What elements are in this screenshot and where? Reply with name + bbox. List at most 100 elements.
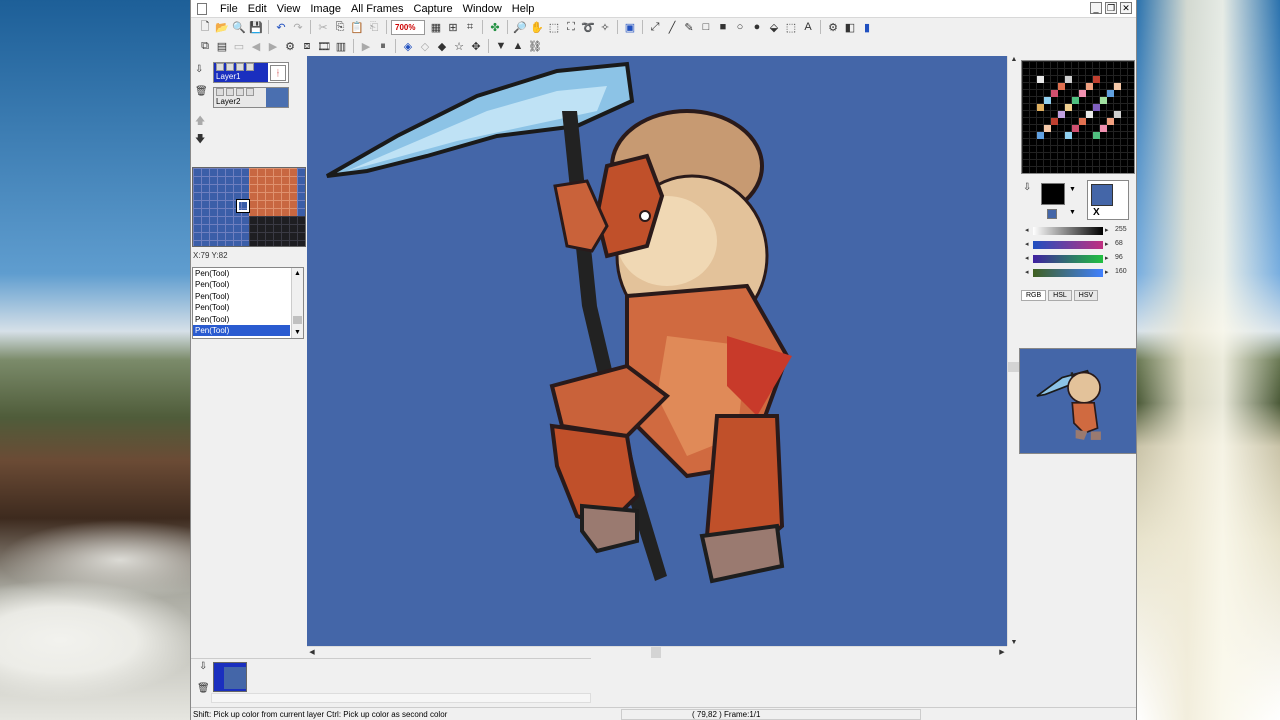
link-layer-icon[interactable] bbox=[236, 63, 244, 71]
onion-skin-icon[interactable]: ◈ bbox=[400, 38, 416, 54]
frame-trash-icon[interactable]: 🗑 bbox=[197, 683, 210, 694]
palette-color-cell[interactable] bbox=[1065, 76, 1072, 83]
prev-frame-icon[interactable]: ◀ bbox=[248, 38, 264, 54]
lock-icon[interactable] bbox=[226, 88, 234, 96]
slider-left-icon[interactable]: ◂ bbox=[1025, 226, 1029, 234]
visibility-icon[interactable] bbox=[216, 88, 224, 96]
fg-bg-swatch-box[interactable]: X bbox=[1087, 180, 1129, 220]
text-tool-icon[interactable]: A bbox=[800, 19, 816, 35]
onion-next-icon[interactable]: ◆ bbox=[434, 38, 450, 54]
layer-item-layer2[interactable]: Layer2 bbox=[213, 87, 289, 108]
palette-color-cell[interactable] bbox=[1037, 76, 1044, 83]
palette-color-cell[interactable] bbox=[1093, 76, 1100, 83]
rect-select-icon[interactable]: ⬚ bbox=[546, 19, 562, 35]
paste-icon[interactable]: 📋 bbox=[349, 19, 365, 35]
frame-settings-icon[interactable]: ⚙ bbox=[282, 38, 298, 54]
redo-icon[interactable]: ↷ bbox=[290, 19, 306, 35]
filled-rectangle-icon[interactable]: ■ bbox=[715, 19, 731, 35]
canvas-vertical-scrollbar[interactable]: ▲ ▼ bbox=[1007, 56, 1019, 646]
secondary-dropdown-icon[interactable]: ▼ bbox=[1069, 209, 1076, 216]
crop-grid-icon[interactable]: ⌗ bbox=[462, 19, 478, 35]
lasso-icon[interactable]: ➰ bbox=[580, 19, 596, 35]
cut-icon[interactable]: ✂ bbox=[315, 19, 331, 35]
b-slider[interactable] bbox=[1033, 269, 1103, 277]
scroll-thumb[interactable] bbox=[293, 316, 302, 324]
layer-move-down-icon[interactable]: 🡇 bbox=[195, 132, 205, 149]
scroll-up-icon[interactable]: ▲ bbox=[292, 268, 303, 279]
frame-icon[interactable]: ▭ bbox=[231, 38, 247, 54]
gradient-icon[interactable]: ⬚ bbox=[783, 19, 799, 35]
menu-edit[interactable]: Edit bbox=[243, 3, 272, 15]
link-icon[interactable]: ⛓ bbox=[527, 38, 543, 54]
frame-strip-scrollbar[interactable] bbox=[211, 693, 591, 703]
magnifier-icon[interactable]: 🔍 bbox=[231, 19, 247, 35]
export-icon[interactable]: ▥ bbox=[333, 38, 349, 54]
r-slider[interactable] bbox=[1033, 241, 1103, 249]
palette-color-cell[interactable] bbox=[1072, 125, 1079, 132]
table-icon[interactable]: ▤ bbox=[214, 38, 230, 54]
palette-color-cell[interactable] bbox=[1044, 97, 1051, 104]
palette-color-cell[interactable] bbox=[1114, 111, 1121, 118]
mask-icon[interactable]: ▣ bbox=[622, 19, 638, 35]
brush-settings-icon[interactable]: ⚙ bbox=[825, 19, 841, 35]
menu-all-frames[interactable]: All Frames bbox=[346, 3, 409, 15]
transform-icon[interactable]: ⛶ bbox=[563, 19, 579, 35]
tab-rgb[interactable]: RGB bbox=[1021, 290, 1047, 301]
hand-tool-icon[interactable]: ✋ bbox=[529, 19, 545, 35]
layer-options-icon[interactable] bbox=[246, 63, 254, 71]
link-layer-icon[interactable] bbox=[236, 88, 244, 96]
layer-add-icon[interactable]: ⇩ bbox=[195, 64, 203, 75]
history-item[interactable]: Pen(Tool) bbox=[193, 279, 290, 290]
rectangle-tool-icon[interactable]: □ bbox=[698, 19, 714, 35]
scroll-left-icon[interactable]: ◀ bbox=[307, 648, 317, 656]
secondary-mini-swatch[interactable] bbox=[1047, 209, 1057, 219]
fill-bucket-icon[interactable]: ⬙ bbox=[766, 19, 782, 35]
slider-right-icon[interactable]: ▸ bbox=[1105, 226, 1109, 234]
history-item[interactable]: Pen(Tool) bbox=[193, 314, 290, 325]
tab-hsl[interactable]: HSL bbox=[1048, 290, 1072, 301]
menu-help[interactable]: Help bbox=[507, 3, 540, 15]
history-item[interactable]: Pen(Tool) bbox=[193, 302, 290, 313]
history-item[interactable]: Pen(Tool) bbox=[193, 324, 290, 337]
primary-dropdown-icon[interactable]: ▼ bbox=[1069, 186, 1076, 193]
history-item[interactable]: Pen(Tool) bbox=[193, 291, 290, 302]
menu-capture[interactable]: Capture bbox=[409, 3, 458, 15]
layer-move-up-icon[interactable]: 🡅 bbox=[195, 114, 205, 131]
frame-add-icon[interactable]: ⇩ bbox=[199, 661, 207, 672]
palette-color-cell[interactable] bbox=[1079, 118, 1086, 125]
pixel-grid-icon[interactable]: ⊞ bbox=[445, 19, 461, 35]
navigator-zoom-view[interactable] bbox=[192, 167, 306, 247]
palette-color-cell[interactable] bbox=[1051, 90, 1058, 97]
zoom-select[interactable]: 700% bbox=[391, 19, 425, 35]
scroll-down-icon[interactable]: ▼ bbox=[292, 327, 303, 338]
star-icon[interactable]: ☆ bbox=[451, 38, 467, 54]
next-frame-icon[interactable]: ▶ bbox=[265, 38, 281, 54]
filled-ellipse-icon[interactable]: ● bbox=[749, 19, 765, 35]
animation-icon[interactable]: ✤ bbox=[487, 19, 503, 35]
film-icon[interactable]: 🎞 bbox=[316, 38, 332, 54]
primary-color-swatch[interactable] bbox=[1041, 183, 1065, 205]
palette-color-cell[interactable] bbox=[1100, 97, 1107, 104]
onion-prev-icon[interactable]: ◇ bbox=[417, 38, 433, 54]
palette-color-cell[interactable] bbox=[1100, 125, 1107, 132]
scroll-down-icon[interactable]: ▼ bbox=[1009, 639, 1019, 646]
palette-color-cell[interactable] bbox=[1051, 118, 1058, 125]
palette-color-cell[interactable] bbox=[1065, 132, 1072, 139]
tab-hsv[interactable]: HSV bbox=[1073, 290, 1099, 301]
arrow-up-icon[interactable]: ▲ bbox=[510, 38, 526, 54]
undo-icon[interactable]: ↶ bbox=[273, 19, 289, 35]
palette-color-cell[interactable] bbox=[1072, 97, 1079, 104]
paste-special-icon[interactable]: ⎗ bbox=[366, 19, 382, 35]
open-folder-icon[interactable]: 📂 bbox=[214, 19, 230, 35]
minimize-icon[interactable]: _ bbox=[1090, 2, 1102, 14]
pen-tool-icon[interactable]: ✎ bbox=[681, 19, 697, 35]
scroll-thumb[interactable] bbox=[651, 647, 661, 658]
palette-color-cell[interactable] bbox=[1093, 104, 1100, 111]
palette-color-cell[interactable] bbox=[1093, 132, 1100, 139]
close-icon[interactable]: ✕ bbox=[1120, 2, 1132, 14]
history-item[interactable]: Pen(Tool) bbox=[193, 268, 290, 279]
scroll-right-icon[interactable]: ▶ bbox=[997, 648, 1007, 656]
play-icon[interactable]: ▶ bbox=[358, 38, 374, 54]
animation-preview[interactable] bbox=[1019, 348, 1137, 454]
swap-colors-button[interactable]: X bbox=[1093, 207, 1100, 218]
